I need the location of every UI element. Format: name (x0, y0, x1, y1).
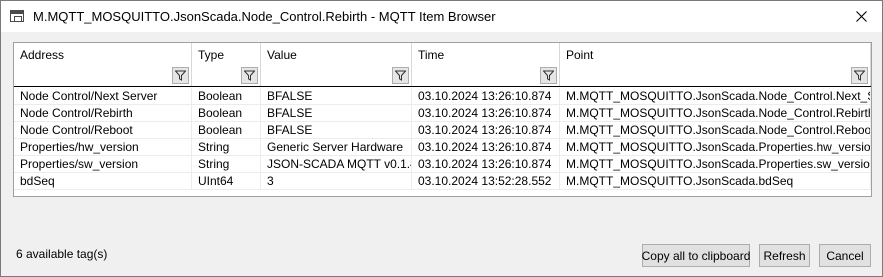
filter-button-point[interactable] (851, 67, 868, 84)
table-row[interactable]: Properties/sw_version String JSON-SCADA MQ… (14, 156, 871, 173)
cell-type: Boolean (192, 105, 261, 122)
table-row[interactable]: Node Control/Rebirth Boolean BFALSE 03.10.2… (14, 105, 871, 122)
filter-button-time[interactable] (540, 67, 557, 84)
title-bar: M.MQTT_MOSQUITTO.JsonScada.Node_Control.… (1, 1, 882, 32)
cell-time: 03.10.2024 13:52:28.552 (412, 173, 560, 190)
filter-funnel-icon (543, 70, 554, 81)
cell-address: Node Control/Reboot (14, 122, 192, 139)
cell-type: UInt64 (192, 173, 261, 190)
table-row[interactable]: Properties/hw_version String Generic Serve… (14, 139, 871, 156)
refresh-button[interactable]: Refresh (759, 244, 810, 267)
mqtt-item-browser-window: M.MQTT_MOSQUITTO.JsonScada.Node_Control.… (0, 0, 883, 277)
close-icon (855, 11, 867, 22)
cell-value: BFALSE (261, 88, 412, 105)
filter-funnel-icon (395, 70, 406, 81)
cell-address: Properties/hw_version (14, 139, 192, 156)
cell-time: 03.10.2024 13:26:10.874 (412, 156, 560, 173)
column-header-value[interactable]: Value (261, 43, 412, 86)
cell-type: String (192, 156, 261, 173)
cell-time: 03.10.2024 13:26:10.874 (412, 139, 560, 156)
cell-type: Boolean (192, 122, 261, 139)
table-row[interactable]: Node Control/Next Server Boolean BFALSE 03.… (14, 88, 871, 105)
cell-type: String (192, 139, 261, 156)
column-header-label: Point (566, 48, 594, 62)
column-header-point[interactable]: Point (560, 43, 871, 86)
close-button[interactable] (839, 1, 883, 32)
cell-point: M.MQTT_MOSQUITTO.JsonScada.Node_Control.… (560, 122, 871, 139)
cell-time: 03.10.2024 13:26:10.874 (412, 88, 560, 105)
filter-funnel-icon (175, 70, 186, 81)
filter-funnel-icon (244, 70, 255, 81)
cell-point: M.MQTT_MOSQUITTO.JsonScada.bdSeq (560, 173, 871, 190)
item-grid[interactable]: Address Type Value Time Point Node Control/N… (13, 42, 872, 197)
grid-header: Address Type Value Time Point (14, 43, 871, 87)
cell-address: Node Control/Next Server (14, 88, 192, 105)
cell-time: 03.10.2024 13:26:10.874 (412, 105, 560, 122)
cell-value: BFALSE (261, 122, 412, 139)
filter-button-value[interactable] (392, 67, 409, 84)
table-row[interactable]: Node Control/Reboot Boolean BFALSE 03.10.20… (14, 122, 871, 139)
cell-point: M.MQTT_MOSQUITTO.JsonScada.Node_Control.… (560, 88, 871, 105)
cell-value: 3 (261, 173, 412, 190)
cell-address: Properties/sw_version (14, 156, 192, 173)
column-header-time[interactable]: Time (412, 43, 560, 86)
cell-point: M.MQTT_MOSQUITTO.JsonScada.Properties.sw… (560, 156, 871, 173)
column-header-label: Time (418, 48, 445, 62)
cell-address: bdSeq (14, 173, 192, 190)
cell-value: BFALSE (261, 105, 412, 122)
column-header-address[interactable]: Address (14, 43, 192, 86)
cell-value: JSON-SCADA MQTT v0.1.4 (261, 156, 412, 173)
copy-all-button[interactable]: Copy all to clipboard (642, 244, 750, 267)
window-title: M.MQTT_MOSQUITTO.JsonScada.Node_Control.… (33, 9, 496, 24)
cell-point: M.MQTT_MOSQUITTO.JsonScada.Properties.hw… (560, 139, 871, 156)
cancel-button[interactable]: Cancel (819, 244, 871, 267)
filter-button-type[interactable] (241, 67, 258, 84)
cell-point: M.MQTT_MOSQUITTO.JsonScada.Node_Control.… (560, 105, 871, 122)
column-header-label: Address (20, 48, 65, 62)
cell-type: Boolean (192, 88, 261, 105)
filter-button-address[interactable] (172, 67, 189, 84)
cell-time: 03.10.2024 13:26:10.874 (412, 122, 560, 139)
tag-count-status: 6 available tag(s) (16, 247, 108, 261)
cell-address: Node Control/Rebirth (14, 105, 192, 122)
filter-funnel-icon (854, 70, 865, 81)
column-header-type[interactable]: Type (192, 43, 261, 86)
column-header-label: Value (267, 48, 297, 62)
column-header-label: Type (198, 48, 225, 62)
window-icon (10, 10, 24, 22)
cell-value: Generic Server Hardware (261, 139, 412, 156)
table-row[interactable]: bdSeq UInt64 3 03.10.2024 13:52:28.552 M.MQ… (14, 173, 871, 190)
